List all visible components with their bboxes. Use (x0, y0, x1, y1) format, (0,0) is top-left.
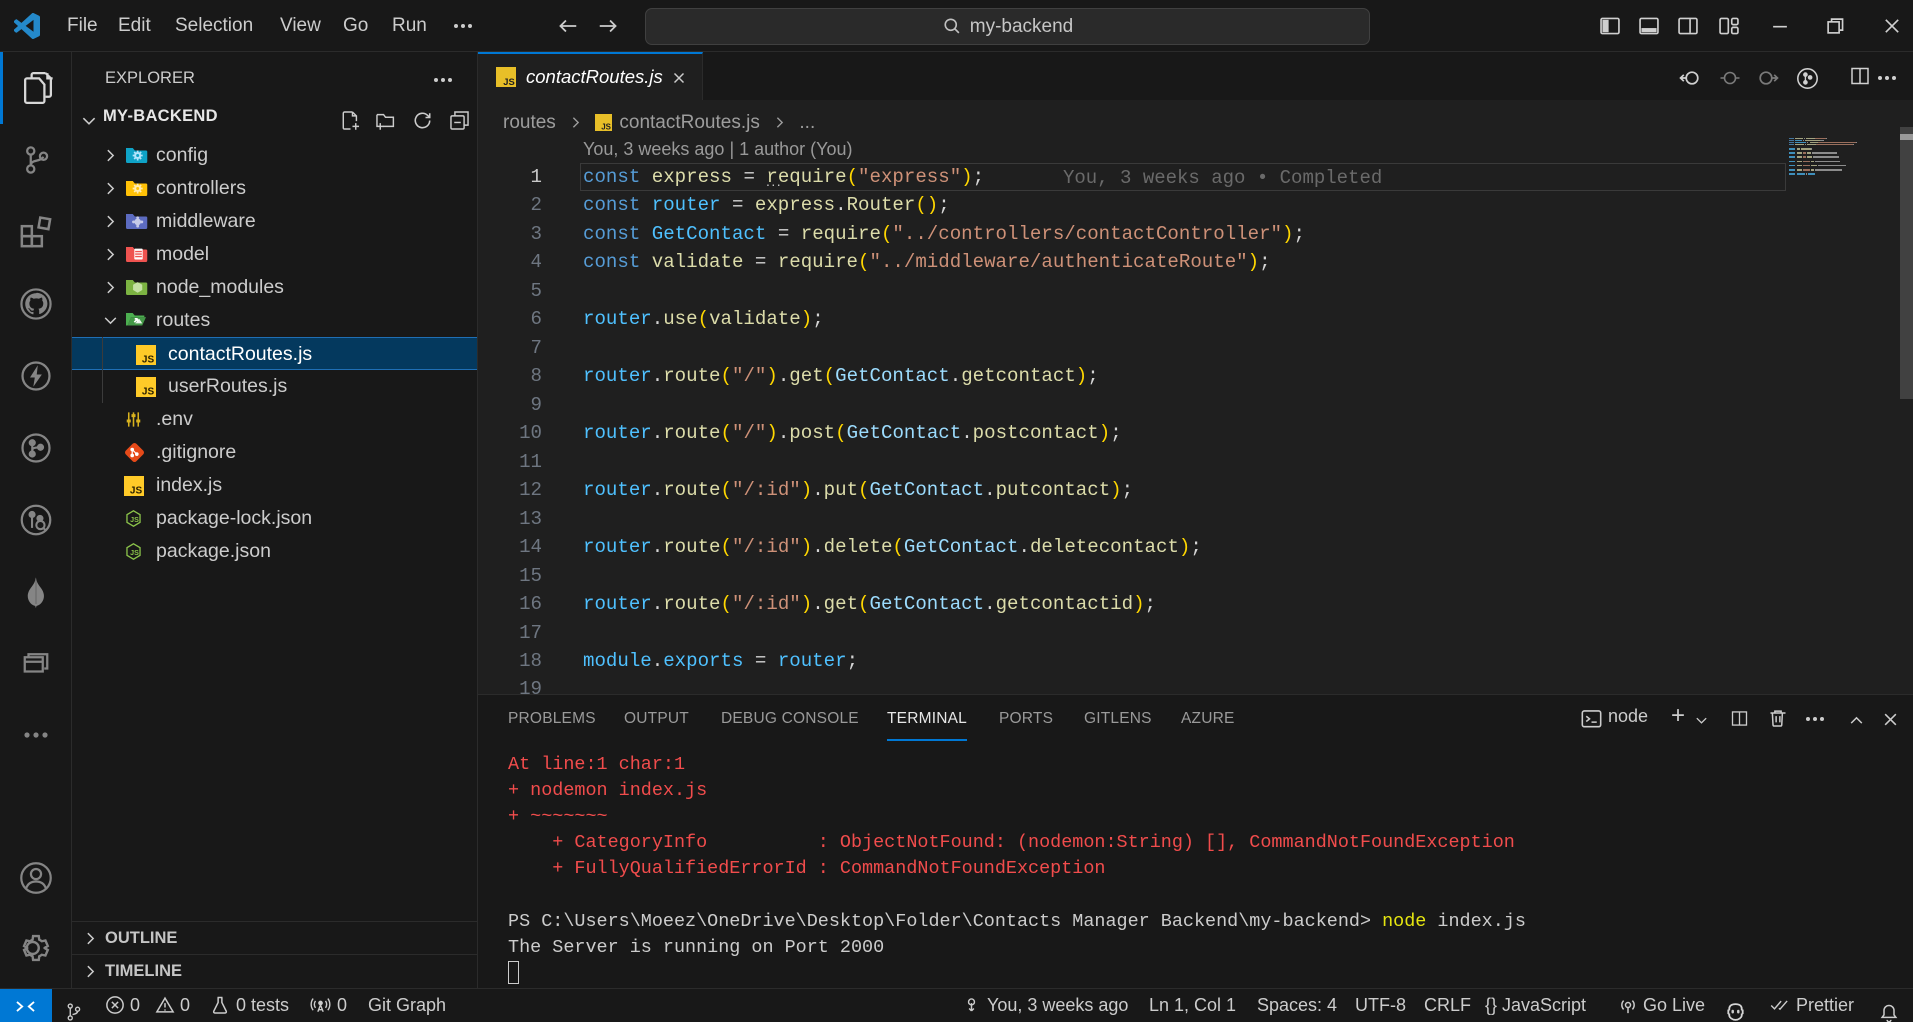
svg-text:JS: JS (130, 486, 143, 497)
svg-text:JS: JS (130, 516, 139, 524)
svg-text:JS: JS (130, 549, 139, 557)
svg-text:JS: JS (503, 77, 514, 87)
svg-text:JS: JS (142, 387, 155, 398)
svg-text:JS: JS (142, 355, 155, 366)
svg-text:JS: JS (602, 122, 612, 131)
